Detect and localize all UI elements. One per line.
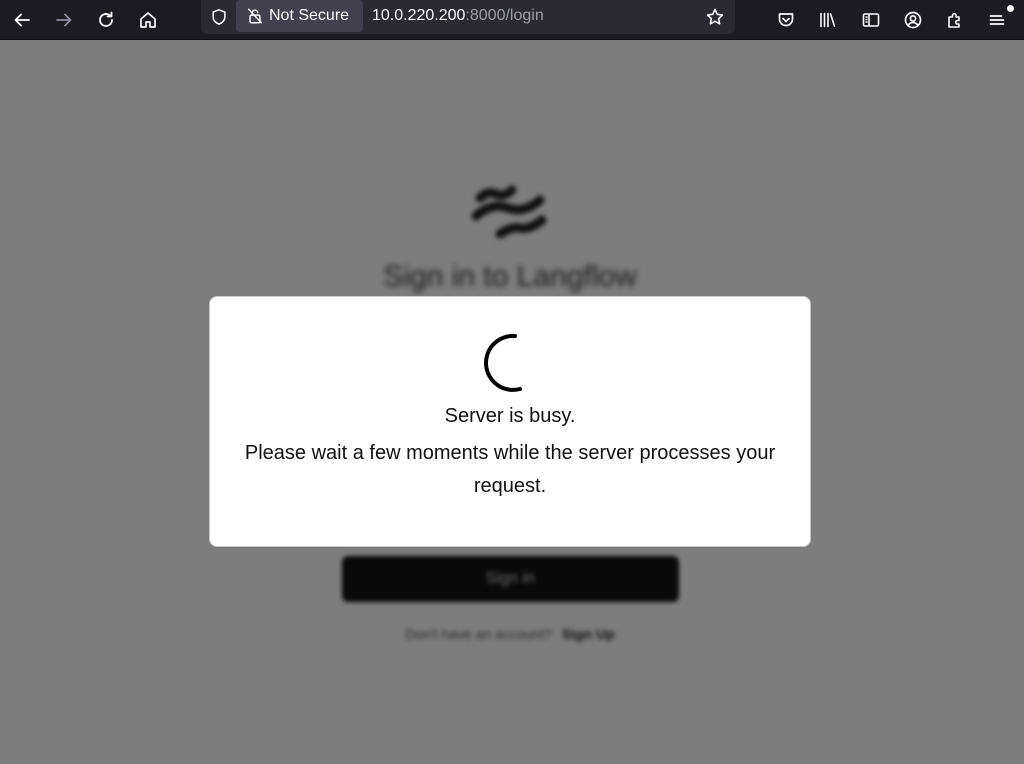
lock-slash-icon xyxy=(247,8,263,24)
app-menu-button[interactable] xyxy=(981,4,1014,36)
address-bar[interactable]: Not Secure 10.0.220.200:8000/login xyxy=(201,0,735,34)
url-host: 10.0.220.200 xyxy=(372,7,466,24)
reload-button[interactable] xyxy=(90,4,122,36)
home-icon xyxy=(140,12,156,28)
update-badge xyxy=(1007,5,1014,12)
extensions-icon xyxy=(948,12,960,28)
not-secure-label: Not Secure xyxy=(269,7,350,24)
bookmark-button[interactable] xyxy=(703,5,727,29)
back-arrow-icon xyxy=(14,13,30,27)
sidebar-icon xyxy=(862,13,880,27)
forward-button[interactable] xyxy=(48,4,80,36)
login-title: Sign in to Langflow xyxy=(383,260,637,293)
forward-arrow-icon xyxy=(56,13,72,27)
signup-row: Don't have an account? Sign Up xyxy=(340,626,680,642)
reload-icon xyxy=(99,11,113,27)
sign-in-button: Sign in xyxy=(342,556,679,602)
library-button[interactable] xyxy=(812,4,844,36)
modal-message: Please wait a few moments while the serv… xyxy=(244,442,776,497)
site-security-button[interactable]: Not Secure xyxy=(236,0,363,32)
sign-in-label: Sign in xyxy=(486,570,535,587)
url-text[interactable]: 10.0.220.200:8000/login xyxy=(372,7,544,25)
tracking-protection-button[interactable] xyxy=(207,5,231,29)
bookmark-star-icon xyxy=(706,8,724,25)
langflow-logo-icon xyxy=(471,185,547,239)
browser-toolbar: Not Secure 10.0.220.200:8000/login xyxy=(0,0,1024,40)
server-busy-modal: Server is busy. Please wait a few moment… xyxy=(209,296,811,547)
signup-question: Don't have an account? xyxy=(405,626,552,642)
loading-spinner-icon xyxy=(484,333,522,392)
modal-title: Server is busy. xyxy=(444,405,576,427)
home-button[interactable] xyxy=(132,4,164,36)
pocket-icon xyxy=(778,13,794,27)
hamburger-menu-icon xyxy=(989,15,1005,25)
back-button[interactable] xyxy=(6,4,38,36)
pocket-button[interactable] xyxy=(770,4,802,36)
account-icon xyxy=(904,11,922,29)
library-icon xyxy=(820,12,836,28)
account-button[interactable] xyxy=(897,4,929,36)
shield-icon xyxy=(212,9,226,25)
sidebar-button[interactable] xyxy=(855,4,887,36)
extensions-button[interactable] xyxy=(939,4,971,36)
url-path: :8000/login xyxy=(465,7,544,24)
signup-link: Sign Up xyxy=(561,626,615,642)
